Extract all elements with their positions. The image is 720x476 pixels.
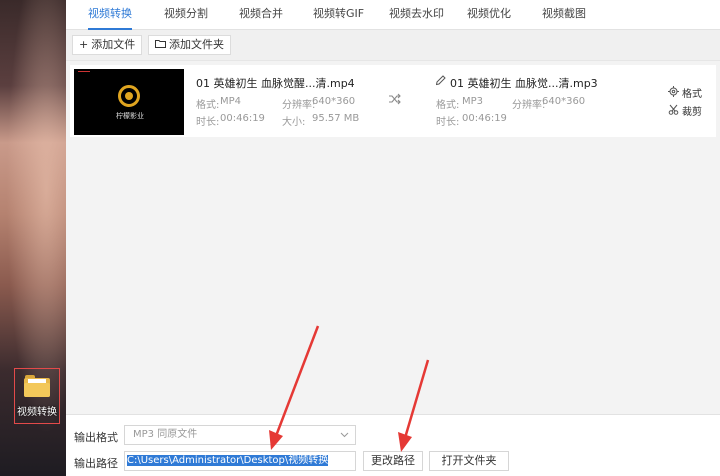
output-format: MP3 xyxy=(462,96,484,107)
output-duration: 00:46:19 xyxy=(462,113,507,124)
gear-icon xyxy=(668,85,679,100)
output-settings-bar: 输出格式 MP3 同原文件 输出路径 C:\Users\Administrato… xyxy=(66,414,720,476)
tab-video-watermark[interactable]: 视频去水印 xyxy=(389,0,444,30)
source-duration-label: 时长: xyxy=(196,117,220,128)
output-format-select[interactable]: MP3 同原文件 xyxy=(124,425,356,445)
output-path-field[interactable]: C:\Users\Administrator\Desktop\视频转换 xyxy=(124,451,356,471)
edit-pencil-icon[interactable] xyxy=(435,75,446,89)
folder-outline-icon xyxy=(155,36,166,54)
file-list: 柠檬影业 01 英雄初生 血脉觉醒...清.mp4 格式: MP4 分辨率: 6… xyxy=(66,60,720,414)
tab-video-convert[interactable]: 视频转换 xyxy=(88,0,132,30)
desktop-folder-label: 视频转换 xyxy=(17,407,57,418)
tab-video-split[interactable]: 视频分割 xyxy=(164,0,208,30)
tab-bar: 视频转换 视频分割 视频合并 视频转GIF 视频去水印 视频优化 视频截图 xyxy=(66,0,720,30)
app-window: 视频转换 视频分割 视频合并 视频转GIF 视频去水印 视频优化 视频截图 + … xyxy=(66,0,720,476)
desktop-wallpaper: 视频转换 xyxy=(0,0,66,476)
source-size: 95.57 MB xyxy=(312,113,360,124)
output-path-label: 输出路径 xyxy=(74,457,118,470)
add-file-label: 添加文件 xyxy=(91,38,136,51)
output-format-label: 格式: xyxy=(436,100,460,111)
format-settings-label: 格式 xyxy=(682,89,702,100)
crop-button[interactable]: 裁剪 xyxy=(668,103,702,118)
shuffle-icon xyxy=(388,93,402,108)
source-file-name: 01 英雄初生 血脉觉醒...清.mp4 xyxy=(196,77,355,90)
tab-video-merge[interactable]: 视频合并 xyxy=(239,0,283,30)
plus-icon: + xyxy=(79,38,89,51)
source-size-label: 大小: xyxy=(282,117,306,128)
output-format-label: 输出格式 xyxy=(74,431,118,444)
toolbar: + 添加文件 添加文件夹 xyxy=(66,30,720,60)
output-file-name: 01 英雄初生 血脉觉...清.mp3 xyxy=(450,77,598,90)
output-path-value: C:\Users\Administrator\Desktop\视频转换 xyxy=(127,455,329,466)
folder-icon xyxy=(24,375,50,397)
source-format: MP4 xyxy=(220,96,242,107)
chevron-down-icon xyxy=(340,426,349,451)
add-folder-button[interactable]: 添加文件夹 xyxy=(148,35,231,55)
studio-logo-icon xyxy=(118,85,140,107)
output-format-value: MP3 同原文件 xyxy=(133,429,198,440)
format-settings-button[interactable]: 格式 xyxy=(668,85,702,100)
tab-video-screenshot[interactable]: 视频截图 xyxy=(542,0,586,30)
video-thumbnail: 柠檬影业 xyxy=(74,69,184,135)
tab-video-to-gif[interactable]: 视频转GIF xyxy=(313,0,364,30)
change-path-button[interactable]: 更改路径 xyxy=(363,451,423,471)
source-resolution: 640*360 xyxy=(312,96,356,107)
thumbnail-logo-text: 柠檬影业 xyxy=(116,112,144,120)
file-row[interactable]: 柠檬影业 01 英雄初生 血脉觉醒...清.mp4 格式: MP4 分辨率: 6… xyxy=(70,65,716,137)
source-duration: 00:46:19 xyxy=(220,113,265,124)
source-resolution-label: 分辨率: xyxy=(282,100,316,111)
output-duration-label: 时长: xyxy=(436,117,460,128)
source-format-label: 格式: xyxy=(196,100,220,111)
open-folder-button[interactable]: 打开文件夹 xyxy=(429,451,509,471)
crop-label: 裁剪 xyxy=(682,107,702,118)
scissors-icon xyxy=(668,104,679,118)
add-file-button[interactable]: + 添加文件 xyxy=(72,35,143,55)
output-resolution: 640*360 xyxy=(542,96,586,107)
output-resolution-label: 分辨率: xyxy=(512,100,546,111)
desktop-folder-icon[interactable]: 视频转换 xyxy=(14,368,60,424)
tab-video-optimize[interactable]: 视频优化 xyxy=(467,0,511,30)
add-folder-label: 添加文件夹 xyxy=(169,38,224,51)
